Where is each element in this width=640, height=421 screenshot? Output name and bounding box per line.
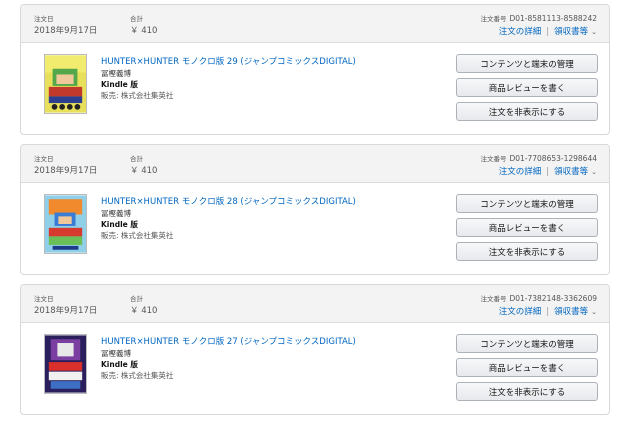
order-total-label: 合計 <box>130 295 143 303</box>
link-separator: | <box>546 307 550 317</box>
product-author: 冨樫義博 <box>101 69 131 78</box>
order-number: 注文番号 D01-7708653-1298644 <box>480 153 597 163</box>
receipt-link[interactable]: 領収書等 <box>554 167 588 177</box>
manage-content-devices-button[interactable]: コンテンツと端末の管理 <box>456 194 598 213</box>
order-number-label: 注文番号 <box>480 15 507 23</box>
order-date: 2018年9月17日 <box>34 26 98 36</box>
order-number: 注文番号 D01-8581113-8588242 <box>480 13 597 23</box>
product-author: 冨樫義博 <box>101 209 131 218</box>
order-header-links: 注文の詳細 | 領収書等 ⌄ <box>499 25 597 37</box>
order-header: 注文日 2018年9月17日 合計 ￥ 410 注文番号 D01-7708653-… <box>21 145 609 183</box>
product-format: Kindle 版 <box>101 360 138 369</box>
book-cover-image[interactable] <box>44 334 87 394</box>
order-total: ￥ 410 <box>130 166 158 176</box>
order-details-link[interactable]: 注文の詳細 <box>499 307 542 317</box>
manage-content-devices-button[interactable]: コンテンツと端末の管理 <box>456 54 598 73</box>
hide-order-button[interactable]: 注文を非表示にする <box>456 242 598 261</box>
order-number-value: D01-7382148-3362609 <box>509 294 597 303</box>
product-seller: 販売: 株式会社集英社 <box>101 90 173 101</box>
order-total-label: 合計 <box>130 15 143 23</box>
order-date: 2018年9月17日 <box>34 306 98 316</box>
seller-name: 株式会社集英社 <box>120 91 174 100</box>
order-card: 注文日 2018年9月17日 合計 ￥ 410 注文番号 D01-8581113-… <box>20 4 610 135</box>
order-total: ￥ 410 <box>130 26 158 36</box>
book-cover-image[interactable] <box>44 54 87 114</box>
manage-content-devices-button[interactable]: コンテンツと端末の管理 <box>456 334 598 353</box>
chevron-down-icon[interactable]: ⌄ <box>591 308 597 316</box>
seller-label: 販売: <box>101 371 119 380</box>
chevron-down-icon[interactable]: ⌄ <box>591 168 597 176</box>
receipt-link[interactable]: 領収書等 <box>554 27 588 37</box>
order-date-label: 注文日 <box>34 155 54 163</box>
order-number-value: D01-7708653-1298644 <box>509 154 597 163</box>
cover-art <box>45 195 86 253</box>
order-number-label: 注文番号 <box>480 295 507 303</box>
order-card: 注文日 2018年9月17日 合計 ￥ 410 注文番号 D01-7382148-… <box>20 284 610 415</box>
link-separator: | <box>546 27 550 37</box>
order-details-link[interactable]: 注文の詳細 <box>499 167 542 177</box>
seller-name: 株式会社集英社 <box>120 371 174 380</box>
cover-art <box>45 55 86 113</box>
product-title-link[interactable]: HUNTER×HUNTER モノクロ版 27 (ジャンプコミックスDIGITAL… <box>101 335 356 347</box>
product-title-link[interactable]: HUNTER×HUNTER モノクロ版 28 (ジャンプコミックスDIGITAL… <box>101 195 356 207</box>
write-review-button[interactable]: 商品レビューを書く <box>456 78 598 97</box>
product-seller: 販売: 株式会社集英社 <box>101 370 173 381</box>
cover-art <box>45 335 86 393</box>
order-header-links: 注文の詳細 | 領収書等 ⌄ <box>499 305 597 317</box>
chevron-down-icon[interactable]: ⌄ <box>591 28 597 36</box>
write-review-button[interactable]: 商品レビューを書く <box>456 218 598 237</box>
order-number-value: D01-8581113-8588242 <box>509 14 597 23</box>
hide-order-button[interactable]: 注文を非表示にする <box>456 382 598 401</box>
order-number-label: 注文番号 <box>480 155 507 163</box>
order-total-label: 合計 <box>130 155 143 163</box>
link-separator: | <box>546 167 550 177</box>
receipt-link[interactable]: 領収書等 <box>554 307 588 317</box>
book-cover-image[interactable] <box>44 194 87 254</box>
product-format: Kindle 版 <box>101 220 138 229</box>
order-details-link[interactable]: 注文の詳細 <box>499 27 542 37</box>
order-card: 注文日 2018年9月17日 合計 ￥ 410 注文番号 D01-7708653-… <box>20 144 610 275</box>
order-date-label: 注文日 <box>34 15 54 23</box>
order-header: 注文日 2018年9月17日 合計 ￥ 410 注文番号 D01-8581113-… <box>21 5 609 43</box>
order-header-links: 注文の詳細 | 領収書等 ⌄ <box>499 165 597 177</box>
hide-order-button[interactable]: 注文を非表示にする <box>456 102 598 121</box>
order-number: 注文番号 D01-7382148-3362609 <box>480 293 597 303</box>
product-title-link[interactable]: HUNTER×HUNTER モノクロ版 29 (ジャンプコミックスDIGITAL… <box>101 55 356 67</box>
product-format: Kindle 版 <box>101 80 138 89</box>
seller-name: 株式会社集英社 <box>120 231 174 240</box>
order-date: 2018年9月17日 <box>34 166 98 176</box>
product-seller: 販売: 株式会社集英社 <box>101 230 173 241</box>
order-date-label: 注文日 <box>34 295 54 303</box>
order-header: 注文日 2018年9月17日 合計 ￥ 410 注文番号 D01-7382148-… <box>21 285 609 323</box>
seller-label: 販売: <box>101 91 119 100</box>
write-review-button[interactable]: 商品レビューを書く <box>456 358 598 377</box>
product-author: 冨樫義博 <box>101 349 131 358</box>
seller-label: 販売: <box>101 231 119 240</box>
order-total: ￥ 410 <box>130 306 158 316</box>
